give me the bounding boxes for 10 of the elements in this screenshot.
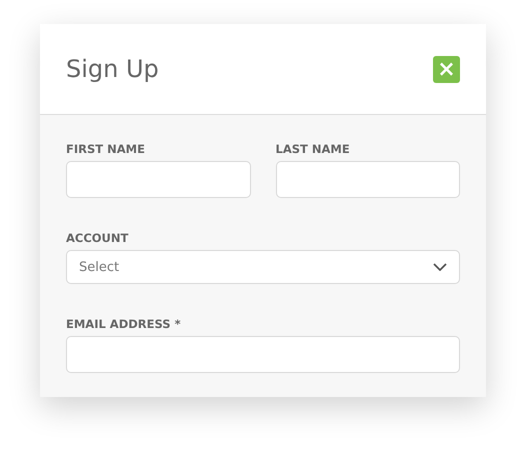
field-label: EMAIL ADDRESS * bbox=[66, 317, 181, 331]
field-label: FIRST NAME bbox=[66, 142, 145, 156]
dialog-title: Sign Up bbox=[66, 55, 159, 83]
input-field[interactable] bbox=[66, 161, 250, 198]
field-label: LAST NAME bbox=[276, 142, 350, 156]
account-dropdown[interactable]: Select bbox=[66, 250, 460, 284]
field-label: ACCOUNT bbox=[66, 231, 128, 245]
input-field[interactable] bbox=[276, 161, 460, 198]
chevron-down-icon bbox=[433, 263, 447, 271]
input-field[interactable] bbox=[66, 336, 460, 373]
